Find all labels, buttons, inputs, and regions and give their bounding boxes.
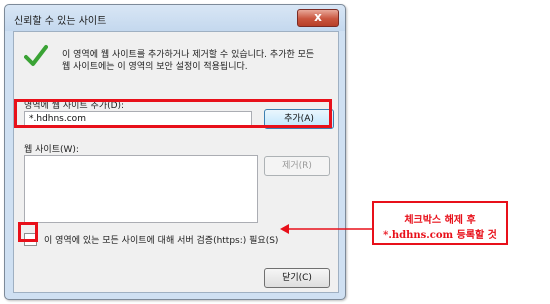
trusted-sites-dialog: 신뢰할 수 있는 사이트 x 이 영역에 웹 사이트를 추가하거나 제거할 수 … (4, 4, 346, 300)
close-icon: x (314, 10, 322, 24)
window-close-button[interactable]: x (297, 9, 339, 27)
check-icon (24, 45, 48, 66)
close-button[interactable]: 닫기(C) (264, 268, 330, 288)
https-required-label[interactable]: 이 영역에 있는 모든 사이트에 대해 서버 검증(https:) 필요(S) (44, 233, 278, 246)
arrow-icon (280, 224, 372, 234)
highlight-box-add-site (14, 99, 332, 128)
info-text-line2: 웹 사이트에는 이 영역의 보안 설정이 적용됩니다. (62, 62, 248, 72)
websites-label: 웹 사이트(W): (24, 145, 79, 155)
annotation-line1: 체크박스 해제 후 (404, 215, 476, 226)
annotation-callout: 체크박스 해제 후 *.hdhns.com 등록할 것 (372, 201, 508, 245)
remove-button[interactable]: 제거(R) (264, 156, 330, 176)
dialog-title: 신뢰할 수 있는 사이트 (14, 16, 107, 27)
highlight-box-checkbox (18, 222, 38, 242)
websites-list[interactable] (24, 155, 258, 223)
title-bar[interactable]: 신뢰할 수 있는 사이트 x (5, 5, 345, 31)
dialog-body: 이 영역에 웹 사이트를 추가하거나 제거할 수 있습니다. 추가한 모든 웹 … (13, 31, 339, 293)
annotation-line2: *.hdhns.com 등록할 것 (383, 230, 497, 241)
